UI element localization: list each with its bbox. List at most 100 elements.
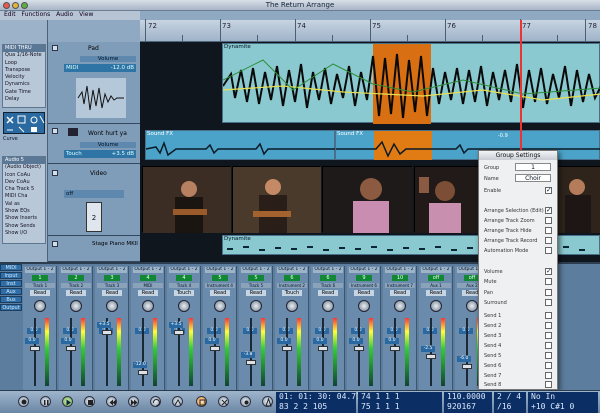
pan-knob[interactable] <box>430 300 442 312</box>
channel-strip[interactable]: Output 1 - 25Track 5Read0.0-3.8 <box>239 266 273 390</box>
group-option-checkbox[interactable] <box>545 289 552 296</box>
record-button[interactable] <box>18 396 29 407</box>
group-option-checkbox[interactable] <box>545 186 552 194</box>
param-dynamics[interactable]: Dynamics <box>3 81 45 88</box>
volume-fader[interactable] <box>66 346 76 351</box>
automation-mode-select[interactable]: Read <box>246 290 266 296</box>
output-routing[interactable]: Output 1 - 2 <box>349 267 379 273</box>
group-option-checkbox[interactable] <box>545 362 552 369</box>
output-routing[interactable]: Output 1 - 2 <box>133 267 163 273</box>
channel-strip[interactable]: Output 1 - 24Track 4Touch0.0+3.5 <box>167 266 201 390</box>
param-delay[interactable]: Delay <box>3 96 45 103</box>
group-number-select[interactable]: 1 <box>515 163 551 171</box>
automation-mode-select[interactable]: Read <box>426 290 446 296</box>
region-dynamite[interactable]: Dynamite <box>222 43 600 124</box>
output-routing[interactable]: Output 1 - 2 <box>241 267 271 273</box>
group-option-checkbox[interactable] <box>545 342 552 349</box>
channel-strip[interactable]: Output 1 - 2offAux 1Read0.0-2.5 <box>419 266 453 390</box>
show-sends-param[interactable]: Show Sends <box>3 223 45 230</box>
group-option-checkbox[interactable] <box>545 206 552 214</box>
param-transpose[interactable]: Transpose <box>3 67 45 74</box>
val-as-param[interactable]: Val as <box>3 201 45 208</box>
track-header-video[interactable]: Video off 2 <box>48 164 140 236</box>
cycle-button[interactable] <box>150 396 161 407</box>
midi-cha-param[interactable]: MIDI Cha <box>3 193 45 200</box>
group-option-checkbox[interactable] <box>545 322 552 329</box>
volume-fader[interactable] <box>390 346 400 351</box>
menu-audio[interactable]: Audio <box>56 11 73 18</box>
output-routing[interactable]: Output 1 - 2 <box>97 267 127 273</box>
volume-fader-pad[interactable]: MIDI -12.0 dB <box>64 64 136 72</box>
output-routing[interactable]: Output 1 - 2 <box>313 267 343 273</box>
channel-strip[interactable]: Output 1 - 26Track 6Read0.00.0 <box>311 266 345 390</box>
channel-strip[interactable]: Output 1 - 210Instrument 7Read0.00.0 <box>383 266 417 390</box>
volume-fader[interactable] <box>102 330 112 335</box>
output-routing[interactable]: Output 1 - 2 <box>205 267 235 273</box>
tempo-display[interactable]: 110.0000 920167 <box>444 392 492 413</box>
menu-edit[interactable]: Edit <box>4 11 16 18</box>
pause-button[interactable] <box>40 396 51 407</box>
volume-fader[interactable] <box>138 370 148 375</box>
volume-fader[interactable] <box>174 330 184 335</box>
pan-knob[interactable] <box>466 300 478 312</box>
group-option-checkbox[interactable] <box>545 312 552 319</box>
channel-strip[interactable]: Output 1 - 23Track 3Read0.0+3.5 <box>95 266 129 390</box>
group-option-checkbox[interactable] <box>545 217 552 224</box>
pan-knob[interactable] <box>34 300 46 312</box>
output-routing[interactable]: Output 1 - 2 <box>421 267 451 273</box>
pan-knob[interactable] <box>322 300 334 312</box>
stop-button[interactable] <box>84 396 95 407</box>
group-option-checkbox[interactable] <box>545 332 552 339</box>
automation-mode-select[interactable]: Read <box>390 290 410 296</box>
param-gate-time[interactable]: Gate Time <box>3 89 45 96</box>
rewind-button[interactable] <box>106 396 117 407</box>
group-name-field[interactable]: Choir <box>515 174 551 182</box>
pan-knob[interactable] <box>214 300 226 312</box>
pan-knob[interactable] <box>250 300 262 312</box>
pan-knob[interactable] <box>70 300 82 312</box>
pan-knob[interactable] <box>178 300 190 312</box>
audio-object-parameter-box[interactable]: Audio 5 (Audio Object) Icon CoAu Dev CoA… <box>2 156 46 244</box>
volume-fader[interactable] <box>462 364 472 369</box>
icon-param[interactable]: Icon CoAu <box>3 172 45 179</box>
channel-strip[interactable]: Output 1 - 26Instrument 2Touch0.00.0 <box>275 266 309 390</box>
dev-param[interactable]: Dev CoAu <box>3 179 45 186</box>
volume-fader[interactable] <box>354 346 364 351</box>
volume-fader-wont-hurt-ya[interactable]: Touch +3.5 dB <box>64 150 136 158</box>
group-option-checkbox[interactable] <box>545 247 552 254</box>
mixer-filter-inst[interactable]: Inst <box>0 280 22 287</box>
group-option-checkbox[interactable] <box>545 352 552 359</box>
show-eqs-param[interactable]: Show EQs <box>3 208 45 215</box>
output-routing[interactable]: Output 1 - 2 <box>61 267 91 273</box>
pan-knob[interactable] <box>358 300 370 312</box>
mixer-filter-output[interactable]: Output <box>0 304 22 311</box>
automation-mode-select[interactable]: Read <box>210 290 230 296</box>
group-option-checkbox[interactable] <box>545 381 552 388</box>
automation-mode-select[interactable]: Read <box>30 290 50 296</box>
sync-button[interactable] <box>240 396 251 407</box>
pan-knob[interactable] <box>286 300 298 312</box>
channel-strip[interactable]: Output 1 - 29Instrument 6Read0.00.0 <box>347 266 381 390</box>
mixer-filter-input[interactable]: Input <box>0 272 22 279</box>
automation-mode-select[interactable]: Read <box>354 290 374 296</box>
signature-display[interactable]: 2 / 4/16 <box>494 392 526 413</box>
track-mute-checkbox[interactable] <box>52 170 58 176</box>
pan-knob[interactable] <box>142 300 154 312</box>
output-routing[interactable]: Output 1 - 2 <box>277 267 307 273</box>
output-routing[interactable]: Output 1 - 2 <box>25 267 55 273</box>
group-option-checkbox[interactable] <box>545 299 552 306</box>
group-option-checkbox[interactable] <box>545 267 552 275</box>
replace-button[interactable] <box>196 396 207 407</box>
video-source-field[interactable]: off <box>64 190 124 198</box>
solo-button[interactable] <box>218 396 229 407</box>
group-option-checkbox[interactable] <box>545 237 552 244</box>
automation-mode-select[interactable]: Read <box>66 290 86 296</box>
track-header-stage-piano[interactable]: Stage Piano MKII <box>48 236 140 262</box>
autodrop-button[interactable] <box>172 396 183 407</box>
mixer-filter-bus[interactable]: Bus <box>0 296 22 303</box>
automation-mode-select[interactable]: Read <box>102 290 122 296</box>
channel-strip[interactable]: Output 1 - 22Track 2Read0.00.0 <box>59 266 93 390</box>
volume-fader[interactable] <box>318 346 328 351</box>
mixer-filter-aux[interactable]: Aux <box>0 288 22 295</box>
automation-mode-select[interactable]: Touch <box>282 290 302 296</box>
